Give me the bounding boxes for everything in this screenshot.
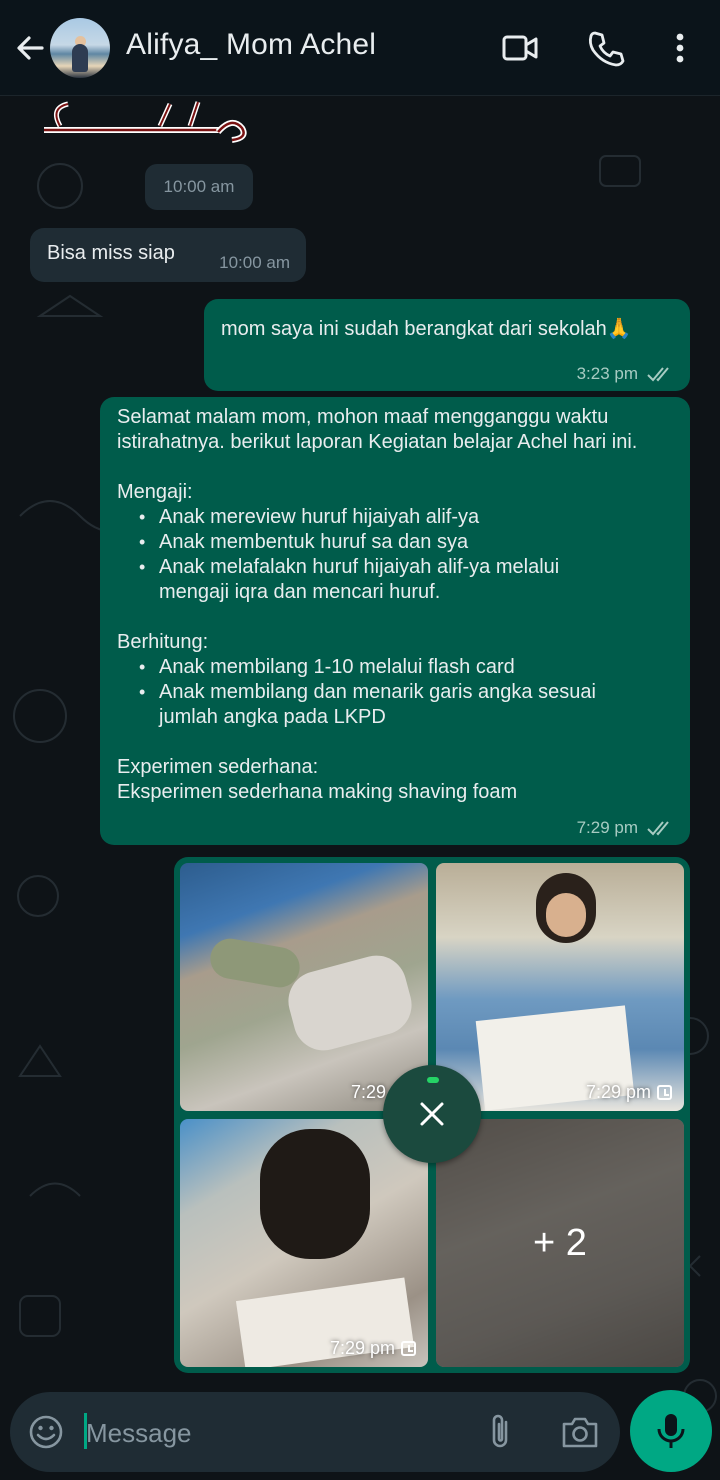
message-input[interactable]: Message bbox=[86, 1418, 192, 1449]
video-call-icon[interactable] bbox=[500, 28, 540, 68]
list-item: Anak melafalakn huruf hijaiyah alif-ya m… bbox=[137, 555, 597, 605]
attach-icon[interactable] bbox=[486, 1412, 516, 1452]
photo-thumbnail[interactable]: 7:29 pm bbox=[180, 863, 428, 1111]
report-intro: Selamat malam mom, mohon maaf mengganggu… bbox=[117, 406, 638, 453]
list-item: Anak membilang 1-10 melalui flash card bbox=[137, 655, 673, 680]
close-button[interactable] bbox=[383, 1065, 481, 1163]
mengaji-list: Anak mereview huruf hijaiyah alif-ya Ana… bbox=[137, 505, 673, 605]
close-icon bbox=[420, 1102, 444, 1126]
voice-message-button[interactable] bbox=[630, 1390, 712, 1472]
time-chip: 10:00 am bbox=[145, 164, 253, 210]
outgoing-report-message[interactable]: Selamat malam mom, mohon maaf mengganggu… bbox=[100, 397, 690, 845]
message-time: 3:23 pm bbox=[577, 361, 674, 386]
section-title: Experimen sederhana: bbox=[117, 756, 319, 778]
camera-icon[interactable] bbox=[560, 1414, 600, 1450]
chat-header: Alifya_ Mom Achel bbox=[0, 0, 720, 96]
more-options-icon[interactable] bbox=[660, 28, 700, 68]
clock-icon bbox=[657, 1085, 672, 1100]
section-text: Eksperimen sederhana making shaving foam bbox=[117, 781, 518, 803]
list-item: Anak mereview huruf hijaiyah alif-ya bbox=[137, 505, 673, 530]
contact-name[interactable]: Alifya_ Mom Achel bbox=[126, 28, 376, 62]
message-time: 7:29 pm bbox=[577, 815, 674, 840]
photo-thumbnail[interactable]: + 2 bbox=[436, 1119, 684, 1367]
more-photos-overlay[interactable]: + 2 bbox=[436, 1119, 684, 1367]
incoming-message[interactable]: Bisa miss siap 10:00 am bbox=[30, 228, 306, 282]
photo-thumbnail[interactable]: 7:29 pm bbox=[180, 1119, 428, 1367]
message-text: Bisa miss siap bbox=[47, 242, 175, 264]
list-item: Anak membentuk huruf sa dan sya bbox=[137, 530, 673, 555]
photo-thumbnail[interactable]: 7:29 pm bbox=[436, 863, 684, 1111]
photo-time: 7:29 pm bbox=[586, 1082, 672, 1103]
outgoing-message[interactable]: mom saya ini sudah berangkat dari sekola… bbox=[204, 299, 690, 391]
microphone-icon bbox=[657, 1414, 685, 1448]
double-check-icon bbox=[647, 820, 669, 835]
section-title: Mengaji: bbox=[117, 481, 193, 503]
phone-call-icon[interactable] bbox=[586, 28, 626, 68]
indicator-pill bbox=[427, 1077, 439, 1083]
message-time: 10:00 am bbox=[219, 253, 290, 272]
back-arrow-icon[interactable] bbox=[12, 30, 48, 66]
emoji-icon[interactable] bbox=[28, 1414, 64, 1450]
clock-icon bbox=[401, 1341, 416, 1356]
berhitung-list: Anak membilang 1-10 melalui flash card A… bbox=[137, 655, 673, 730]
double-check-icon bbox=[647, 366, 669, 381]
contact-avatar[interactable] bbox=[50, 18, 110, 78]
list-item: Anak membilang dan menarik garis angka s… bbox=[137, 680, 637, 730]
section-title: Berhitung: bbox=[117, 631, 209, 653]
arabic-text-image bbox=[44, 101, 247, 143]
photo-time: 7:29 pm bbox=[330, 1338, 416, 1359]
message-composer[interactable]: Message bbox=[10, 1392, 620, 1472]
message-text: mom saya ini sudah berangkat dari sekola… bbox=[221, 318, 632, 340]
